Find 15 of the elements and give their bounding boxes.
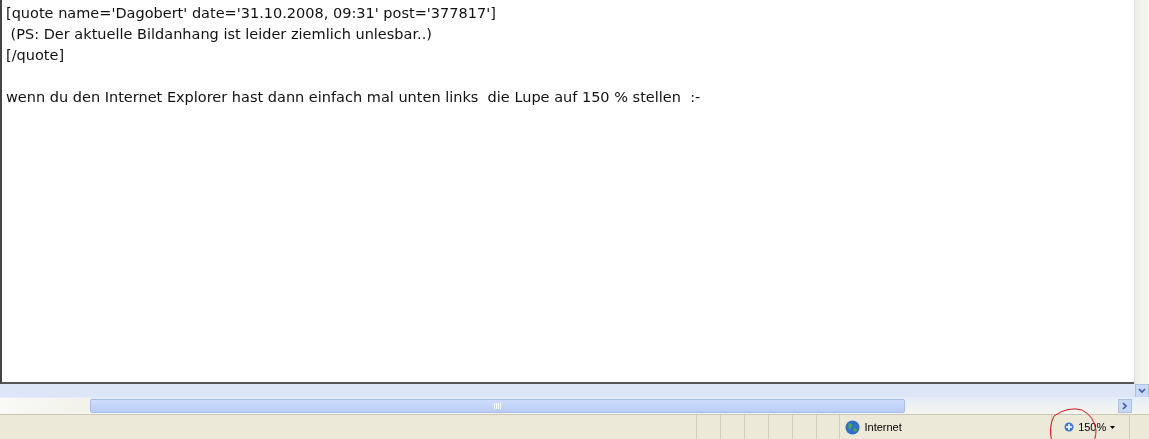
zoom-plus-icon — [1064, 422, 1075, 432]
chevron-down-icon — [1138, 388, 1146, 394]
scroll-down-button[interactable] — [1135, 384, 1149, 398]
text-line: [/quote] — [6, 46, 66, 65]
scroll-right-button[interactable] — [1118, 398, 1132, 413]
chevron-right-icon — [1122, 401, 1128, 410]
text-line: wenn du den Internet Explorer hast dann einfach mal unten links die Lupe auf 150 % stellen :- — [6, 88, 702, 107]
scrollbar-thumb[interactable] — [90, 398, 905, 413]
globe-icon — [845, 419, 861, 435]
grip-icon — [493, 402, 502, 409]
security-zone: Internet — [864, 421, 902, 433]
text-line: [quote name='Dagobert' date='31.10.2008, 09:31' post='377817'] — [6, 4, 497, 23]
dropdown-caret-icon — [1110, 425, 1116, 429]
vertical-scrollbar[interactable] — [1134, 0, 1149, 384]
text-line: (PS: Der aktuelle Bildanhang ist leider ziemlich unlesbar..) — [9, 25, 433, 44]
